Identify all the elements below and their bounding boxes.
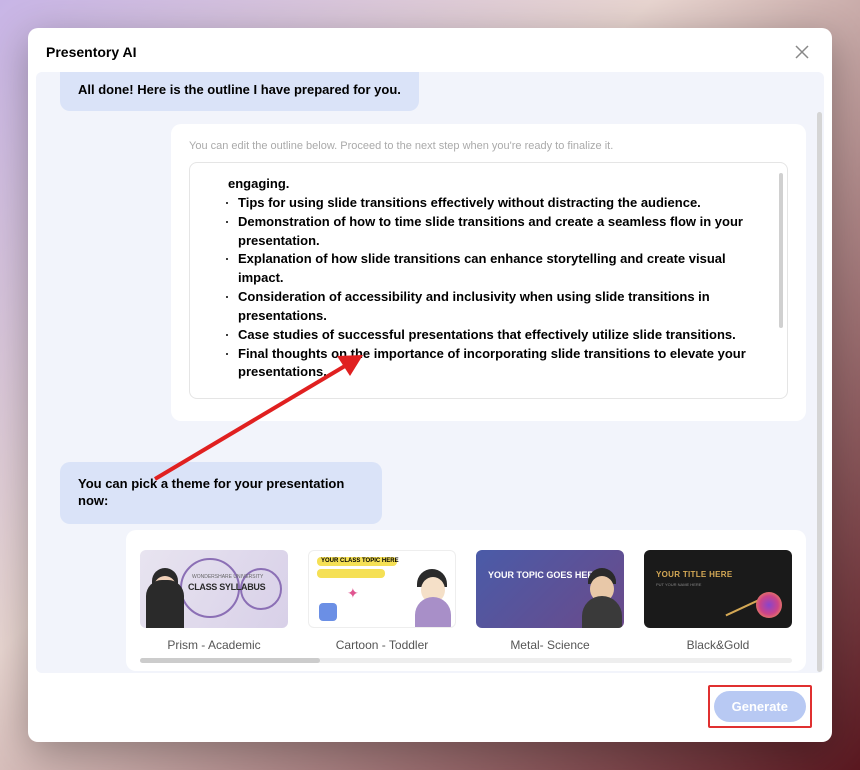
theme-row: WONDERSHARE UNIVERSITY CLASS SYLLABUS Pr…: [140, 550, 792, 652]
theme-thumbnail: WONDERSHARE UNIVERSITY CLASS SYLLABUS: [140, 550, 288, 628]
annotation-highlight-generate: Generate: [708, 685, 812, 728]
assistant-message-pick-theme: You can pick a theme for your presentati…: [60, 462, 382, 524]
theme-label: Cartoon - Toddler: [336, 638, 429, 652]
theme-label: Black&Gold: [687, 638, 750, 652]
theme-thumbnail: YOUR TOPIC GOES HERE: [476, 550, 624, 628]
outline-item: Consideration of accessibility and inclu…: [238, 288, 769, 326]
outline-item: Case studies of successful presentations…: [238, 326, 769, 345]
modal-header: Presentory AI: [28, 28, 832, 72]
modal-dialog: Presentory AI All done! Here is the outl…: [28, 28, 832, 742]
outline-card: You can edit the outline below. Proceed …: [171, 124, 806, 421]
outline-hint: You can edit the outline below. Proceed …: [189, 140, 788, 152]
theme-scrollbar[interactable]: [140, 658, 792, 663]
body-scrollbar[interactable]: [817, 112, 822, 672]
outline-item: Final thoughts on the importance of inco…: [238, 345, 769, 383]
theme-option-metal-science[interactable]: YOUR TOPIC GOES HERE Metal- Science: [476, 550, 624, 652]
theme-picker-card: WONDERSHARE UNIVERSITY CLASS SYLLABUS Pr…: [126, 530, 806, 671]
theme-option-cartoon-toddler[interactable]: YOUR CLASS TOPIC HERE ✦ Cartoon - Toddle…: [308, 550, 456, 652]
theme-option-black-gold[interactable]: YOUR TITLE HERE PUT YOUR NAME HERE Black…: [644, 550, 792, 652]
theme-label: Prism - Academic: [167, 638, 260, 652]
close-icon: [795, 45, 809, 59]
theme-thumbnail: YOUR CLASS TOPIC HERE ✦: [308, 550, 456, 628]
generate-button[interactable]: Generate: [714, 691, 806, 722]
modal-body: All done! Here is the outline I have pre…: [36, 72, 824, 673]
modal-title: Presentory AI: [46, 44, 137, 60]
theme-label: Metal- Science: [510, 638, 589, 652]
outline-item: Explanation of how slide transitions can…: [238, 250, 769, 288]
outline-scrollbar[interactable]: [779, 173, 783, 328]
outline-item: Tips for using slide transitions effecti…: [238, 194, 769, 213]
outline-editor[interactable]: engaging. Tips for using slide transitio…: [189, 162, 788, 399]
bubble-text: You can pick a theme for your presentati…: [78, 476, 364, 510]
outline-item: Demonstration of how to time slide trans…: [238, 213, 769, 251]
outline-item: engaging.: [228, 175, 769, 194]
bubble-text: All done! Here is the outline I have pre…: [78, 82, 401, 99]
theme-thumbnail: YOUR TITLE HERE PUT YOUR NAME HERE: [644, 550, 792, 628]
modal-footer: Generate: [28, 673, 832, 742]
theme-option-prism-academic[interactable]: WONDERSHARE UNIVERSITY CLASS SYLLABUS Pr…: [140, 550, 288, 652]
assistant-message-outline-done: All done! Here is the outline I have pre…: [60, 72, 419, 111]
close-button[interactable]: [790, 40, 814, 64]
